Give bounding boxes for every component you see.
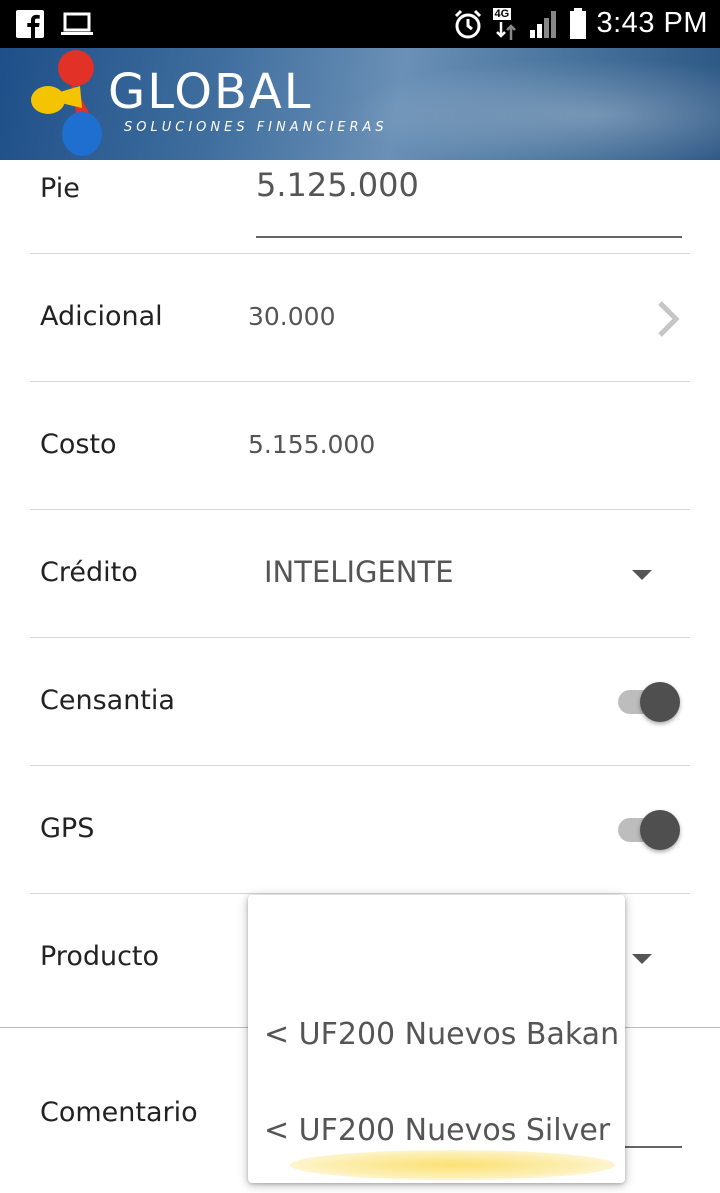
toggle-knob (640, 682, 680, 722)
signal-icon (529, 10, 556, 38)
adicional-label: Adicional (40, 301, 163, 332)
chevron-right-icon[interactable] (654, 299, 684, 339)
producto-dropdown-menu: < UF200 Nuevos Bakan < UF200 Nuevos Silv… (248, 895, 625, 1183)
alarm-icon (454, 9, 481, 38)
comentario-label: Comentario (40, 1097, 198, 1128)
producto-dropdown-arrow-icon[interactable] (632, 954, 652, 964)
network-4g-icon: 4G (492, 7, 519, 40)
costo-value: 5.155.000 (248, 430, 376, 459)
brand-name: GLOBAL (108, 64, 313, 120)
producto-label: Producto (40, 941, 160, 972)
adicional-row[interactable]: Adicional 30.000 (30, 254, 690, 382)
highlight-scribble (290, 1150, 615, 1180)
credito-dropdown-arrow-icon[interactable] (632, 570, 652, 580)
gps-label: GPS (40, 813, 95, 844)
clock: 3:43 PM (596, 7, 708, 39)
gps-toggle[interactable] (616, 808, 682, 850)
censantia-label: Censantia (40, 685, 175, 716)
laptop-icon (61, 12, 93, 35)
toggle-knob (640, 810, 680, 850)
censantia-toggle[interactable] (616, 680, 682, 722)
dropdown-option-bakan[interactable]: < UF200 Nuevos Bakan (248, 987, 625, 1083)
network-label: 4G (492, 7, 512, 20)
facebook-icon (16, 10, 44, 38)
credito-label: Crédito (40, 557, 138, 588)
pie-label: Pie (40, 173, 80, 204)
credito-select[interactable]: INTELIGENTE (264, 555, 454, 589)
adicional-value: 30.000 (248, 302, 336, 331)
costo-label: Costo (40, 429, 117, 460)
dropdown-option-empty[interactable] (248, 895, 625, 991)
pie-row: Pie 5.125.000 (30, 126, 690, 254)
censantia-row: Censantia (30, 638, 690, 766)
pie-input-underline (256, 236, 682, 238)
credito-row: Crédito INTELIGENTE (30, 510, 690, 638)
battery-icon (569, 7, 586, 39)
status-bar: 4G 3:43 PM (0, 0, 720, 48)
pie-input[interactable]: 5.125.000 (256, 166, 419, 204)
costo-row: Costo 5.155.000 (30, 382, 690, 510)
gps-row: GPS (30, 766, 690, 894)
